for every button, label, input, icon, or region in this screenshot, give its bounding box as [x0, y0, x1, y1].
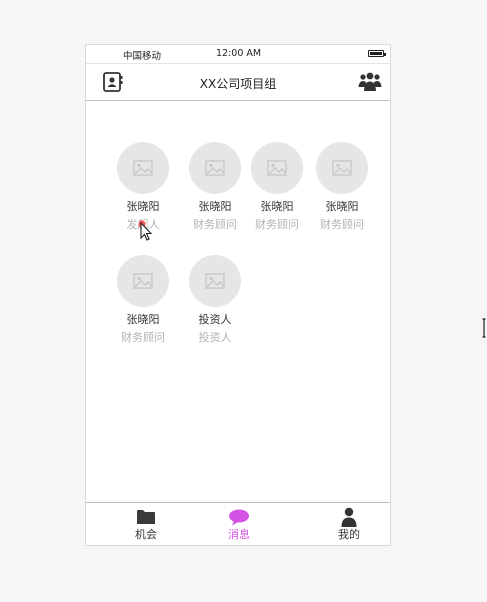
member-card[interactable]: 投资人 投资人	[185, 255, 245, 345]
avatar	[117, 142, 169, 194]
status-bar: 中国移动 12:00 AM	[86, 45, 390, 64]
text-cursor-icon	[482, 318, 486, 338]
tab-messages[interactable]: 消息	[209, 507, 269, 541]
chat-bubble-icon	[229, 509, 249, 526]
member-role: 财务顾问	[121, 331, 165, 344]
member-name: 张晓阳	[325, 200, 359, 213]
tab-label: 我的	[338, 528, 360, 541]
avatar	[117, 255, 169, 307]
nav-bar: XX公司项目组	[86, 64, 390, 101]
member-role: 投资人	[198, 331, 232, 344]
battery-icon	[368, 50, 386, 57]
page-title: XX公司项目组	[199, 77, 277, 91]
image-placeholder-icon	[267, 160, 287, 176]
member-card[interactable]: 张晓阳 财务顾问	[247, 142, 307, 232]
member-name: 张晓阳	[260, 200, 294, 213]
image-placeholder-icon	[133, 160, 153, 176]
member-card[interactable]: 张晓阳 财务顾问	[185, 142, 245, 232]
member-role: 财务顾问	[193, 218, 237, 231]
member-card[interactable]: 张晓阳 发起人	[113, 142, 173, 232]
user-icon	[341, 507, 357, 527]
phone-frame: 中国移动 12:00 AM XX公司项目组 张晓阳 张晓阳 财务顾问 张晓阳 财…	[85, 44, 391, 546]
tab-label: 机会	[135, 528, 157, 541]
group-users-icon	[358, 72, 382, 91]
avatar	[189, 255, 241, 307]
image-placeholder-icon	[332, 160, 352, 176]
avatar	[251, 142, 303, 194]
image-placeholder-icon	[205, 160, 225, 176]
group-members-button[interactable]	[358, 70, 382, 94]
member-role: 财务顾问	[320, 218, 364, 231]
image-placeholder-icon	[133, 273, 153, 289]
image-placeholder-icon	[205, 273, 225, 289]
member-name: 张晓阳	[126, 200, 160, 213]
member-card[interactable]: 张晓阳 财务顾问	[113, 255, 173, 345]
carrier-label: 中国移动	[123, 51, 162, 62]
member-name: 张晓阳	[198, 200, 232, 213]
tab-opportunities[interactable]: 机会	[116, 507, 176, 541]
avatar	[316, 142, 368, 194]
tab-label: 消息	[228, 528, 250, 541]
folder-icon	[137, 510, 155, 524]
tab-profile[interactable]: 我的	[319, 507, 379, 541]
avatar	[189, 142, 241, 194]
member-card[interactable]: 张晓阳 财务顾问	[312, 142, 372, 232]
tab-bar: 机会 消息 我的	[86, 502, 390, 545]
member-role: 财务顾问	[255, 218, 299, 231]
mouse-cursor-icon	[138, 220, 153, 241]
member-name: 投资人	[198, 313, 232, 326]
clock: 12:00 AM	[216, 48, 262, 59]
member-name: 张晓阳	[126, 313, 160, 326]
